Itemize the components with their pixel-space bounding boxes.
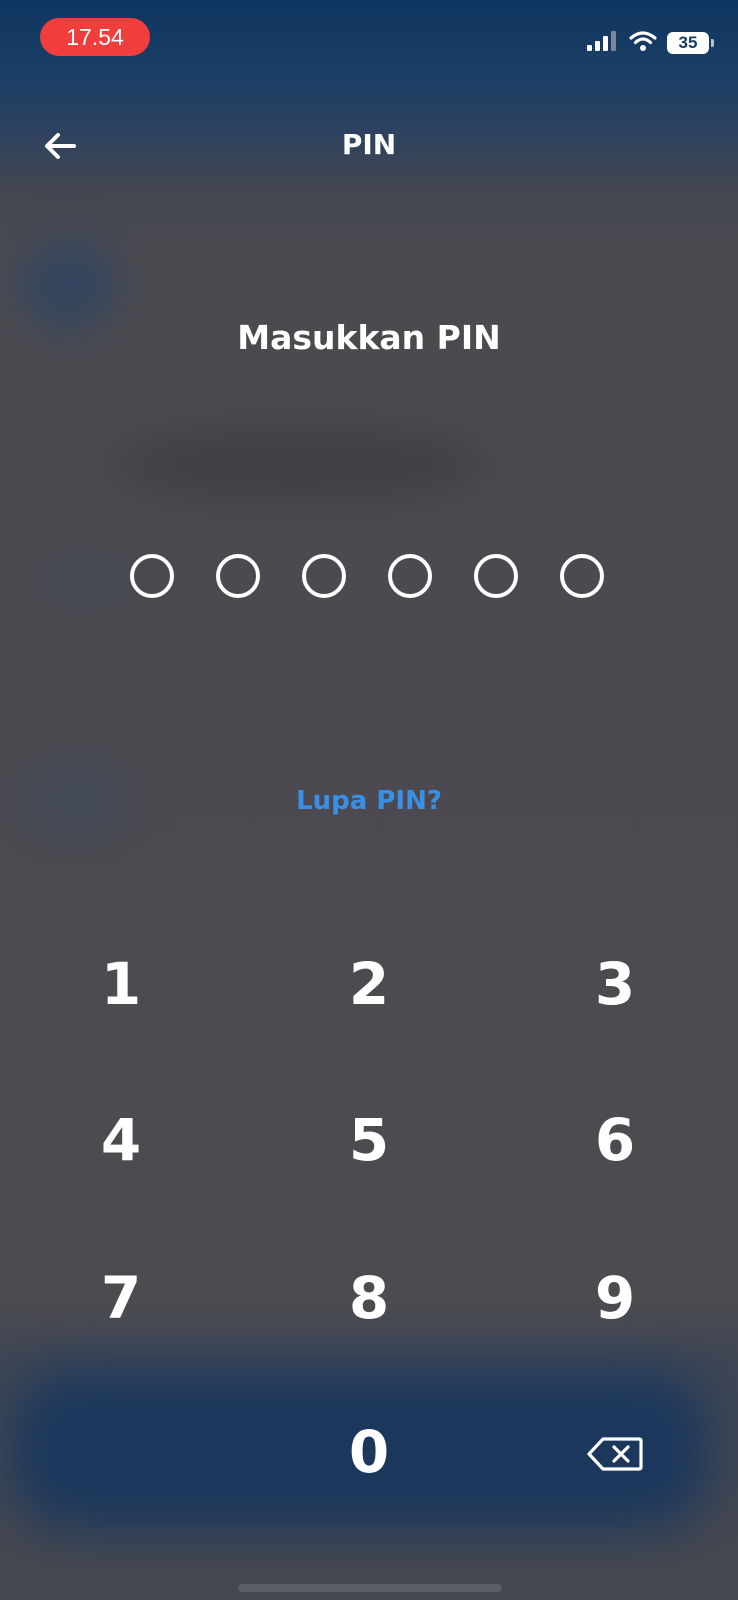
- page-title: PIN: [341, 128, 397, 161]
- key-1[interactable]: 1: [46, 929, 196, 1039]
- key-8[interactable]: 8: [294, 1243, 444, 1353]
- home-indicator[interactable]: [238, 1584, 502, 1592]
- pin-prompt: Masukkan PIN: [237, 318, 501, 357]
- pin-dot: [216, 554, 260, 598]
- backspace-icon: [586, 1418, 644, 1486]
- status-icons: 35: [587, 28, 714, 58]
- battery-tip: [711, 39, 714, 47]
- delete-button[interactable]: [540, 1397, 690, 1507]
- pin-dot: [560, 554, 604, 598]
- pin-indicator: [130, 554, 610, 598]
- key-6[interactable]: 6: [540, 1085, 690, 1195]
- header: PIN: [0, 112, 738, 182]
- forgot-pin-link[interactable]: Lupa PIN?: [0, 786, 738, 816]
- status-time: 17.54: [40, 18, 150, 56]
- key-0[interactable]: 0: [294, 1397, 444, 1507]
- key-9[interactable]: 9: [540, 1243, 690, 1353]
- key-5[interactable]: 5: [294, 1085, 444, 1195]
- pin-dot: [302, 554, 346, 598]
- pin-dot: [130, 554, 174, 598]
- key-4[interactable]: 4: [46, 1085, 196, 1195]
- key-3[interactable]: 3: [540, 929, 690, 1039]
- pin-dot: [474, 554, 518, 598]
- signal-icon: [587, 31, 619, 55]
- wifi-icon: [629, 30, 657, 56]
- key-7[interactable]: 7: [46, 1243, 196, 1353]
- pin-screen: 17.54 35 PIN Masukkan PIN Lupa PIN? 1 2 …: [0, 0, 738, 1600]
- pin-dot: [388, 554, 432, 598]
- background-blur: [30, 550, 140, 610]
- background-blur: [110, 430, 490, 500]
- battery-level: 35: [678, 33, 698, 52]
- key-2[interactable]: 2: [294, 929, 444, 1039]
- battery-icon: 35: [667, 32, 709, 54]
- background-blur: [18, 240, 118, 330]
- status-bar: 17.54 35: [0, 0, 738, 80]
